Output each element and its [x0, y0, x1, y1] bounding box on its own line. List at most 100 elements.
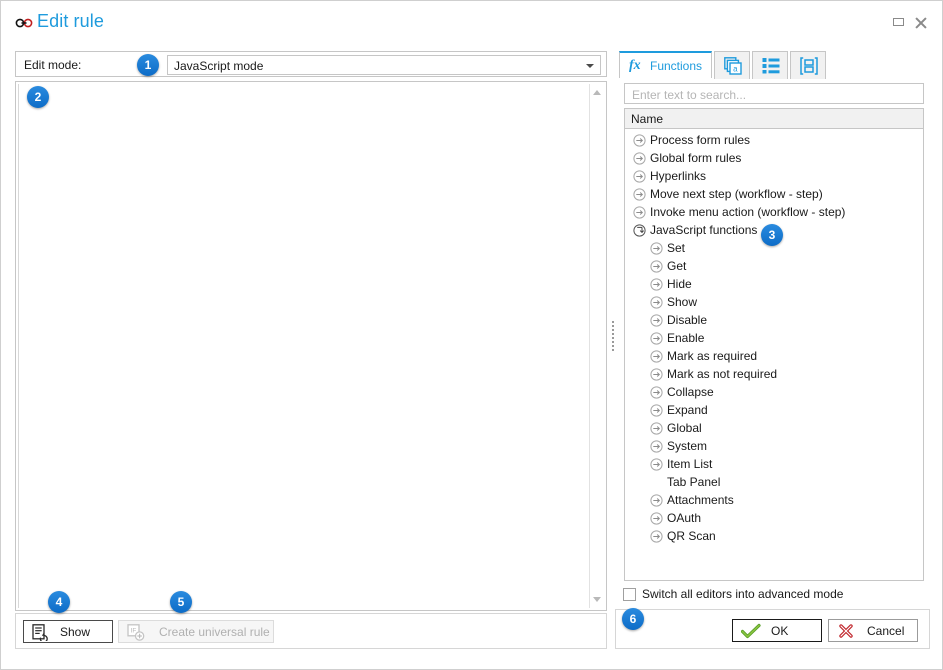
- tree-item[interactable]: Get: [625, 257, 923, 275]
- tree-item-label: Item List: [667, 457, 713, 471]
- arrow-right-circle-icon[interactable]: [650, 530, 663, 543]
- chevron-down-icon: [586, 64, 594, 68]
- arrow-right-circle-icon[interactable]: [650, 260, 663, 273]
- tree-item-label: JavaScript functions: [650, 223, 758, 237]
- tree-item[interactable]: Global form rules: [625, 149, 923, 167]
- tree-item[interactable]: Expand: [625, 401, 923, 419]
- search-box[interactable]: [624, 83, 924, 104]
- tree-item-label: Hide: [667, 277, 692, 291]
- tree-item[interactable]: Hide: [625, 275, 923, 293]
- tree-item[interactable]: OAuth: [625, 509, 923, 527]
- tree-item-label: Move next step (workflow - step): [650, 187, 823, 201]
- tab-functions-label: Functions: [650, 59, 703, 73]
- edit-mode-label: Edit mode:: [24, 58, 82, 72]
- arrow-right-circle-icon[interactable]: [650, 422, 663, 435]
- tree-item[interactable]: System: [625, 437, 923, 455]
- tree-item[interactable]: Tab Panel: [625, 473, 923, 491]
- callout-6: 6: [622, 608, 644, 630]
- callout-4: 4: [48, 591, 70, 613]
- tab-list[interactable]: [752, 51, 788, 79]
- arrow-right-circle-icon[interactable]: [650, 314, 663, 327]
- tree-item-label: Set: [667, 241, 686, 255]
- functions-tree[interactable]: Process form rules Global form rules Hyper…: [625, 129, 923, 545]
- arrow-right-circle-icon[interactable]: [633, 134, 646, 147]
- if-add-icon: IF: [127, 624, 147, 644]
- checkbox-box-icon[interactable]: [623, 588, 636, 601]
- arrow-right-circle-icon[interactable]: [650, 512, 663, 525]
- tree-item[interactable]: Mark as required: [625, 347, 923, 365]
- arrow-right-circle-icon[interactable]: [650, 458, 663, 471]
- tree-item[interactable]: QR Scan: [625, 527, 923, 545]
- tree-item-label: Show: [667, 295, 698, 309]
- arrow-right-circle-icon[interactable]: [650, 296, 663, 309]
- maximize-icon[interactable]: [892, 15, 908, 31]
- tab-pages[interactable]: a: [714, 51, 750, 79]
- tree-item-label: OAuth: [667, 511, 702, 525]
- tree-item-label: Get: [667, 259, 687, 273]
- svg-text:IF: IF: [131, 627, 137, 634]
- show-button[interactable]: Show: [23, 620, 113, 643]
- svg-text:a: a: [733, 65, 738, 74]
- arrow-right-circle-icon[interactable]: [633, 206, 646, 219]
- tree-item[interactable]: Invoke menu action (workflow - step): [625, 203, 923, 221]
- tab-panel-view[interactable]: [790, 51, 826, 79]
- right-pane: fx Functions a Enter text to search... N…: [619, 51, 930, 586]
- search-input[interactable]: [630, 86, 922, 103]
- splitter-grip-icon: [612, 321, 614, 351]
- callout-1: 1: [137, 54, 159, 76]
- tree-item[interactable]: Process form rules: [625, 131, 923, 149]
- arrow-right-circle-icon[interactable]: [633, 152, 646, 165]
- scroll-up-icon[interactable]: [593, 90, 601, 95]
- arrow-right-circle-icon[interactable]: [650, 440, 663, 453]
- arrow-right-circle-icon[interactable]: [650, 332, 663, 345]
- edit-mode-row: Edit mode: JavaScript mode: [15, 51, 607, 77]
- edit-mode-combo[interactable]: JavaScript mode: [167, 55, 601, 75]
- tree-item[interactable]: Show: [625, 293, 923, 311]
- red-cross-icon: [837, 623, 855, 642]
- tree-item-label: Expand: [667, 403, 708, 417]
- script-editor-scrollbar[interactable]: [589, 84, 604, 608]
- column-header-name: Name: [631, 112, 664, 126]
- arrow-right-circle-icon[interactable]: [650, 278, 663, 291]
- advanced-mode-label: Switch all editors into advanced mode: [642, 587, 844, 601]
- ok-button-label: OK: [771, 624, 789, 638]
- link-chain-icon: [15, 17, 33, 29]
- tree-item-label: Attachments: [667, 493, 734, 507]
- arrow-down-right-circle-icon[interactable]: [633, 224, 646, 237]
- pane-splitter[interactable]: [610, 81, 616, 591]
- arrow-right-circle-icon[interactable]: [650, 494, 663, 507]
- scroll-down-icon[interactable]: [593, 597, 601, 602]
- functions-grid[interactable]: Name Process form rules Global form rules…: [624, 108, 924, 581]
- ok-button[interactable]: OK: [732, 619, 822, 642]
- script-editor-text-area[interactable]: [18, 84, 588, 608]
- arrow-right-circle-icon[interactable]: [633, 188, 646, 201]
- tree-item[interactable]: Enable: [625, 329, 923, 347]
- close-icon[interactable]: [914, 15, 930, 31]
- tree-item[interactable]: Item List: [625, 455, 923, 473]
- arrow-right-circle-icon[interactable]: [650, 368, 663, 381]
- tree-item[interactable]: Collapse: [625, 383, 923, 401]
- tree-item-label: Global: [667, 421, 702, 435]
- tree-item[interactable]: Mark as not required: [625, 365, 923, 383]
- create-universal-rule-button[interactable]: IF Create universal rule: [118, 620, 274, 643]
- tree-item-label: Process form rules: [650, 133, 751, 147]
- arrow-right-circle-icon[interactable]: [633, 170, 646, 183]
- advanced-mode-checkbox[interactable]: Switch all editors into advanced mode: [623, 587, 853, 603]
- tree-item[interactable]: Move next step (workflow - step): [625, 185, 923, 203]
- tree-item[interactable]: Hyperlinks: [625, 167, 923, 185]
- arrow-right-circle-icon[interactable]: [650, 404, 663, 417]
- green-check-icon: [740, 623, 761, 642]
- page-title: Edit rule: [37, 11, 104, 31]
- tree-item[interactable]: Global: [625, 419, 923, 437]
- arrow-right-circle-icon[interactable]: [650, 242, 663, 255]
- tab-functions[interactable]: fx Functions: [619, 51, 712, 79]
- tree-item[interactable]: Attachments: [625, 491, 923, 509]
- cancel-button[interactable]: Cancel: [828, 619, 918, 642]
- tree-item[interactable]: Disable: [625, 311, 923, 329]
- callout-5: 5: [170, 591, 192, 613]
- arrow-right-circle-icon[interactable]: [650, 350, 663, 363]
- arrow-right-circle-icon[interactable]: [650, 386, 663, 399]
- functions-panel: Name Process form rules Global form rules…: [619, 79, 930, 586]
- tree-item-label: Tab Panel: [667, 475, 721, 489]
- script-editor[interactable]: [15, 81, 607, 611]
